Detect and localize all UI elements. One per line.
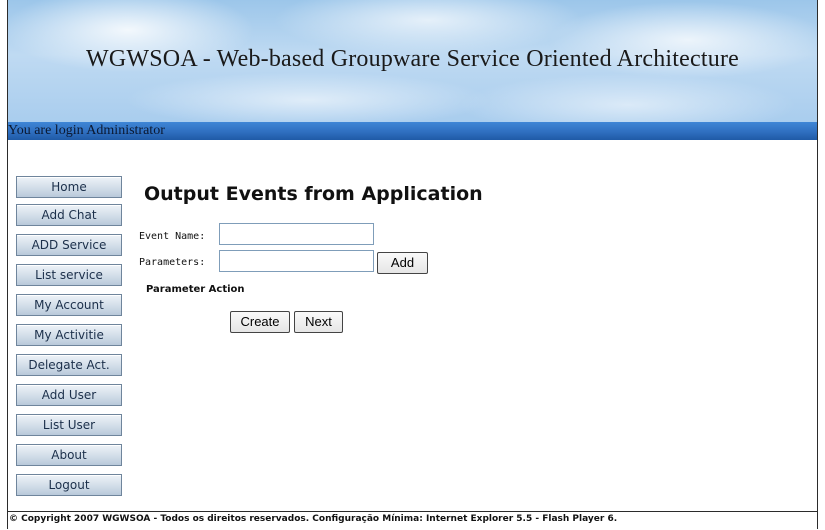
site-title: WGWSOA - Web-based Groupware Service Ori… bbox=[86, 46, 739, 72]
nav-button-add-service[interactable]: ADD Service bbox=[16, 234, 122, 256]
next-button[interactable]: Next bbox=[294, 311, 343, 333]
header-banner: WGWSOA - Web-based Groupware Service Ori… bbox=[8, 0, 817, 122]
page-title: Output Events from Application bbox=[144, 183, 483, 205]
login-status-bar: You are login Administrator bbox=[8, 122, 817, 140]
nav-button-add-chat[interactable]: Add Chat bbox=[16, 204, 122, 226]
parameter-action-label: Parameter Action bbox=[146, 284, 245, 295]
sidebar-nav: Home Add Chat ADD Service List service M… bbox=[16, 176, 126, 504]
nav-button-my-account[interactable]: My Account bbox=[16, 294, 122, 316]
nav-button-home[interactable]: Home bbox=[16, 176, 122, 198]
nav-button-about[interactable]: About bbox=[16, 444, 122, 466]
login-status-text: You are login Administrator bbox=[8, 123, 165, 138]
nav-button-delegate-act[interactable]: Delegate Act. bbox=[16, 354, 122, 376]
event-name-input[interactable] bbox=[219, 223, 374, 245]
page-frame: WGWSOA - Web-based Groupware Service Ori… bbox=[7, 0, 818, 530]
parameters-input[interactable] bbox=[219, 250, 374, 272]
add-parameter-button[interactable]: Add bbox=[377, 252, 428, 274]
nav-button-add-user[interactable]: Add User bbox=[16, 384, 122, 406]
nav-button-logout[interactable]: Logout bbox=[16, 474, 122, 496]
create-button[interactable]: Create bbox=[230, 311, 290, 333]
footer: © Copyright 2007 WGWSOA - Todos os direi… bbox=[8, 511, 817, 530]
nav-button-my-activitie[interactable]: My Activitie bbox=[16, 324, 122, 346]
event-name-label: Event Name: bbox=[139, 231, 206, 242]
parameters-label: Parameters: bbox=[139, 257, 206, 268]
nav-button-list-user[interactable]: List User bbox=[16, 414, 122, 436]
footer-copyright: © Copyright 2007 WGWSOA - Todos os direi… bbox=[9, 514, 618, 524]
nav-button-list-service[interactable]: List service bbox=[16, 264, 122, 286]
